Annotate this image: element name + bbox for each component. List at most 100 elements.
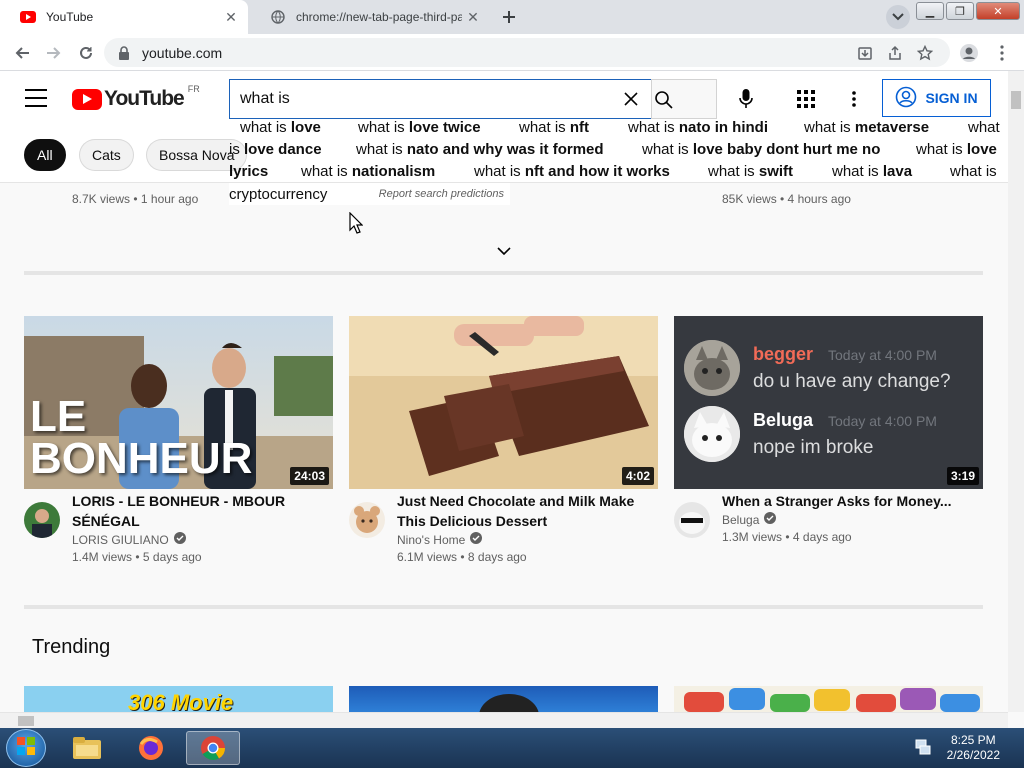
chat-username: begger bbox=[753, 344, 814, 364]
horizontal-scrollbar[interactable] bbox=[0, 712, 1008, 728]
suggestion-item[interactable]: what is love bbox=[240, 119, 321, 136]
clear-search-icon[interactable] bbox=[611, 79, 651, 119]
share-icon[interactable] bbox=[884, 42, 906, 64]
sign-in-label: SIGN IN bbox=[925, 90, 978, 106]
suggestion-item[interactable]: cryptocurrency bbox=[229, 186, 327, 203]
tab-close-icon[interactable]: ✕ bbox=[220, 6, 242, 28]
reload-icon[interactable] bbox=[73, 40, 99, 66]
new-tab-plus-icon[interactable] bbox=[496, 6, 522, 28]
taskbar-clock[interactable]: 8:25 PM 2/26/2022 bbox=[947, 733, 1000, 763]
country-code: FR bbox=[187, 84, 200, 94]
channel-avatar[interactable] bbox=[349, 502, 385, 538]
trending-thumbnail[interactable] bbox=[674, 686, 983, 712]
suggestion-item[interactable]: what is nationalism bbox=[301, 163, 435, 180]
chip-all[interactable]: All bbox=[24, 139, 66, 171]
chrome-taskbar-icon[interactable] bbox=[186, 731, 240, 765]
suggestion-item[interactable]: what is swift bbox=[708, 163, 793, 180]
chip-cats[interactable]: Cats bbox=[79, 139, 134, 171]
lock-icon[interactable] bbox=[118, 45, 132, 60]
forward-arrow-icon[interactable] bbox=[41, 40, 67, 66]
suggestion-item[interactable]: what is bbox=[950, 163, 997, 180]
video-card[interactable]: begger Today at 4:00 PM do u have any ch… bbox=[674, 316, 983, 569]
video-title[interactable]: When a Stranger Asks for Money... bbox=[722, 491, 972, 511]
vertical-scrollbar[interactable] bbox=[1008, 71, 1024, 712]
suggestion-item[interactable]: what is lava bbox=[832, 163, 912, 180]
trending-thumbnail[interactable]: 306 Movie bbox=[24, 686, 333, 712]
suggestion-item[interactable]: what is nato in hindi bbox=[628, 119, 768, 136]
chat-username: Beluga bbox=[753, 410, 814, 430]
account-circle-icon bbox=[895, 86, 917, 111]
tab-new-tab-page[interactable]: chrome://new-tab-page-third-pa ✕ bbox=[250, 0, 490, 34]
tab-title: YouTube bbox=[46, 10, 94, 24]
profile-avatar-icon[interactable] bbox=[956, 40, 982, 66]
suggestion-footer: cryptocurrency Report search predictions bbox=[229, 183, 510, 205]
chat-text: do u have any change? bbox=[753, 371, 951, 392]
suggestion-item[interactable]: what is nft bbox=[519, 119, 589, 136]
scrollbar-thumb[interactable] bbox=[18, 716, 34, 726]
video-title[interactable]: Just Need Chocolate and Milk Make This D… bbox=[397, 491, 647, 531]
suggestion-item[interactable]: what is love bbox=[916, 141, 997, 158]
network-tray-icon[interactable] bbox=[914, 738, 932, 761]
tab-youtube[interactable]: YouTube ✕ bbox=[0, 0, 248, 34]
channel-name[interactable]: LORIS GIULIANO bbox=[72, 532, 186, 547]
channel-name[interactable]: Nino's Home bbox=[397, 532, 483, 547]
video-card[interactable]: 4:02 Just Need Chocolate and Milk Make T… bbox=[349, 316, 658, 569]
file-explorer-taskbar-icon[interactable] bbox=[60, 731, 114, 765]
video-thumbnail[interactable]: begger Today at 4:00 PM do u have any ch… bbox=[674, 316, 983, 489]
bookmark-star-icon[interactable] bbox=[914, 42, 936, 64]
trending-thumbnail[interactable] bbox=[349, 686, 658, 712]
video-title[interactable]: LORIS - LE BONHEUR - MBOUR SÉNÉGAL bbox=[72, 491, 322, 531]
suggestion-item[interactable]: what is love twice bbox=[358, 119, 481, 136]
browser-tab-strip: YouTube ✕ chrome://new-tab-page-third-pa… bbox=[0, 0, 1024, 34]
channel-avatar[interactable] bbox=[674, 502, 710, 538]
start-button[interactable] bbox=[6, 729, 46, 767]
suggestion-item[interactable]: what is love baby dont hurt me no bbox=[642, 141, 880, 158]
search-input[interactable]: what is bbox=[229, 79, 651, 119]
address-bar[interactable]: youtube.com bbox=[104, 38, 950, 67]
voice-search-mic-icon[interactable] bbox=[734, 87, 758, 111]
sign-in-button[interactable]: SIGN IN bbox=[882, 79, 991, 117]
maximize-icon[interactable]: ❐ bbox=[946, 2, 974, 20]
suggestion-item[interactable]: what is nft and how it works bbox=[474, 163, 670, 180]
firefox-taskbar-icon[interactable] bbox=[124, 731, 178, 765]
settings-more-icon[interactable] bbox=[842, 87, 866, 111]
video-duration: 3:19 bbox=[946, 467, 979, 485]
channel-name[interactable]: Beluga bbox=[722, 512, 777, 527]
youtube-wordmark: YouTube bbox=[104, 87, 185, 110]
install-app-icon[interactable] bbox=[854, 42, 876, 64]
apps-grid-icon[interactable] bbox=[794, 87, 818, 111]
channel-avatar[interactable] bbox=[24, 502, 60, 538]
video-duration: 24:03 bbox=[290, 467, 329, 485]
window-close-icon[interactable]: ✕ bbox=[976, 2, 1020, 20]
windows-taskbar: 8:25 PM 2/26/2022 bbox=[0, 728, 1024, 768]
video-card[interactable]: LE BONHEUR 24:03 LORIS - LE BONHEUR - MB… bbox=[24, 316, 333, 569]
youtube-logo[interactable]: YouTube FR bbox=[72, 84, 200, 111]
globe-icon bbox=[270, 9, 286, 25]
expand-chevron-icon[interactable] bbox=[494, 241, 514, 261]
scrollbar-thumb[interactable] bbox=[1011, 91, 1021, 109]
chat-avatar bbox=[684, 340, 740, 396]
hamburger-menu-icon[interactable] bbox=[25, 89, 47, 107]
verified-badge-icon bbox=[173, 532, 186, 547]
address-url: youtube.com bbox=[142, 44, 223, 61]
report-predictions-link[interactable]: Report search predictions bbox=[379, 188, 504, 200]
channel-name-label: Beluga bbox=[722, 512, 760, 527]
section-divider bbox=[24, 271, 983, 275]
chrome-menu-icon[interactable] bbox=[989, 40, 1015, 66]
tab-close-icon[interactable]: ✕ bbox=[462, 6, 484, 28]
tab-search-chevron-icon[interactable] bbox=[886, 5, 910, 29]
suggestion-item[interactable]: what is nato and why was it formed bbox=[356, 141, 604, 158]
video-stats: 8.7K views • 1 hour ago bbox=[72, 192, 199, 206]
suggestion-item[interactable]: what is metaverse bbox=[804, 119, 929, 136]
search-button[interactable] bbox=[651, 79, 717, 119]
suggestion-item[interactable]: lyrics bbox=[229, 163, 268, 180]
video-thumbnail[interactable]: 4:02 bbox=[349, 316, 658, 489]
video-stats: 1.4M views • 5 days ago bbox=[72, 550, 202, 564]
clock-time: 8:25 PM bbox=[950, 733, 996, 747]
suggestion-item[interactable]: what bbox=[968, 119, 1000, 136]
suggestion-item[interactable]: is love dance bbox=[229, 141, 322, 158]
back-arrow-icon[interactable] bbox=[9, 40, 35, 66]
video-thumbnail[interactable]: LE BONHEUR 24:03 bbox=[24, 316, 333, 489]
tab-title: chrome://new-tab-page-third-pa bbox=[296, 10, 462, 24]
minimize-icon[interactable]: ▁ bbox=[916, 2, 944, 20]
